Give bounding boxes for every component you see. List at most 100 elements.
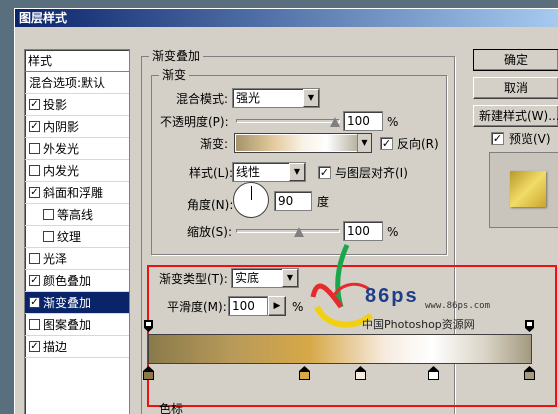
style-item-checkbox[interactable] (29, 253, 40, 264)
style-item-checkbox[interactable] (29, 319, 40, 330)
opacity-stop-right[interactable] (525, 320, 534, 332)
angle-input[interactable]: 90 (274, 191, 312, 211)
color-stop-1[interactable] (143, 366, 154, 380)
gradient-overlay-legend: 渐变叠加 (149, 49, 204, 63)
scale-label: 缩放(S): (187, 225, 233, 239)
angle-degree-unit: 度 (317, 195, 330, 209)
style-item-checkbox[interactable]: ✓ (29, 341, 40, 352)
style-item-checkbox[interactable]: ✓ (29, 121, 40, 132)
style-item[interactable]: 外发光 (25, 138, 129, 160)
color-stop-3[interactable] (355, 366, 366, 380)
gradient-type-select[interactable]: 实底 ▼ (231, 268, 299, 288)
cancel-button[interactable]: 取消 (473, 77, 558, 99)
gradient-swatch[interactable]: ▼ (234, 133, 372, 153)
style-item[interactable]: 光泽 (25, 248, 129, 270)
gradient-ramp[interactable] (148, 334, 532, 364)
stop-marker-icon (299, 366, 310, 380)
scale-slider[interactable] (236, 229, 340, 233)
gradient-ramp-fill (149, 335, 531, 363)
style-item-label: 渐变叠加 (43, 296, 92, 310)
style-item[interactable]: 内发光 (25, 160, 129, 182)
reverse-checkbox[interactable]: ✓ (380, 137, 393, 150)
stop-marker-icon (144, 320, 153, 332)
style-item-checkbox[interactable] (43, 231, 54, 242)
preview-thumbnail (489, 152, 558, 228)
blend-mode-select[interactable]: 强光 ▼ (232, 88, 320, 108)
style-item[interactable]: 等高线 (25, 204, 129, 226)
style-item[interactable]: ✓ 斜面和浮雕 (25, 182, 129, 204)
chevron-down-icon[interactable]: ▼ (357, 134, 371, 152)
opacity-input[interactable]: 100 (343, 111, 383, 131)
new-style-button[interactable]: 新建样式(W)... (473, 105, 558, 127)
angle-label: 角度(N): (187, 198, 234, 212)
stop-marker-icon (524, 366, 535, 380)
style-item-label: 纹理 (57, 230, 82, 244)
style-item-checkbox[interactable]: ✓ (29, 99, 40, 110)
style-item-label: 斜面和浮雕 (43, 186, 104, 200)
style-item-checkbox[interactable]: ✓ (29, 275, 40, 286)
preview-checkbox[interactable]: ✓ (491, 132, 504, 145)
color-stop-2[interactable] (299, 366, 310, 380)
color-stop-4[interactable] (428, 366, 439, 380)
smoothness-stepper-button[interactable]: ▶ (268, 296, 286, 316)
style-label: 样式(L): (189, 166, 234, 180)
style-item-label: 颜色叠加 (43, 274, 92, 288)
style-list-header: 样式 (25, 50, 129, 72)
stop-marker-icon (525, 320, 534, 332)
opacity-label: 不透明度(P): (160, 115, 229, 129)
smoothness-input[interactable]: 100 (228, 296, 268, 316)
opacity-percent: % (387, 115, 399, 129)
style-item-checkbox[interactable] (29, 165, 40, 176)
blend-mode-label: 混合模式: (176, 92, 229, 106)
style-item-checkbox[interactable]: ✓ (29, 187, 40, 198)
gradient-subgroup-legend: 渐变 (159, 68, 190, 82)
scale-slider-thumb[interactable] (294, 227, 304, 237)
reverse-label: 反向(R) (397, 137, 439, 151)
align-with-layer-checkbox[interactable]: ✓ (318, 166, 331, 179)
color-stop-5[interactable] (524, 366, 535, 380)
style-item[interactable]: 图案叠加 (25, 314, 129, 336)
smoothness-label: 平滑度(M): (167, 300, 227, 314)
style-item-label: 描边 (43, 340, 68, 354)
window-title: 图层样式 (19, 11, 68, 25)
style-item[interactable]: 纹理 (25, 226, 129, 248)
style-item[interactable]: ✓ 投影 (25, 94, 129, 116)
style-item-label: 内发光 (43, 164, 80, 178)
watermark-brand: 86ps (365, 285, 419, 307)
stop-marker-icon (428, 366, 439, 380)
align-with-layer-label: 与图层对齐(I) (335, 166, 408, 180)
style-item-label: 光泽 (43, 252, 68, 266)
style-item-checkbox[interactable] (29, 143, 40, 154)
style-select[interactable]: 线性 ▼ (232, 162, 306, 182)
opacity-stop-left[interactable] (144, 320, 153, 332)
style-item-checkbox[interactable] (43, 209, 54, 220)
style-item[interactable]: ✓ 内阴影 (25, 116, 129, 138)
style-item[interactable]: 混合选项:默认 (25, 72, 129, 94)
gradient-type-label: 渐变类型(T): (159, 272, 228, 286)
style-item[interactable]: ✓ 渐变叠加 (25, 292, 129, 314)
style-list: 样式 混合选项:默认 ✓ 投影 ✓ 内阴影 外发光 内发光 ✓ 斜面和浮雕 等高线 纹理 光泽 ✓ 颜色叠… (24, 49, 130, 414)
watermark-url: www.86ps.com (425, 301, 491, 311)
style-items: 混合选项:默认 ✓ 投影 ✓ 内阴影 外发光 内发光 ✓ 斜面和浮雕 等高线 纹理 光泽 ✓ 颜色叠加 ✓ 渐… (25, 72, 129, 358)
style-item-checkbox[interactable]: ✓ (29, 297, 40, 308)
title-bar[interactable]: 图层样式 (15, 9, 558, 27)
opacity-slider-thumb[interactable] (330, 117, 340, 127)
style-item[interactable]: ✓ 描边 (25, 336, 129, 358)
chevron-down-icon: ▼ (303, 89, 319, 107)
stop-marker-icon (355, 366, 366, 380)
stop-marker-icon (143, 366, 154, 380)
opacity-slider[interactable] (236, 119, 340, 123)
angle-dial[interactable] (233, 182, 269, 218)
preview-swatch (510, 171, 546, 207)
preview-label: 预览(V) (509, 132, 551, 146)
smoothness-percent: % (292, 300, 304, 314)
style-item[interactable]: ✓ 颜色叠加 (25, 270, 129, 292)
style-item-label: 内阴影 (43, 120, 80, 134)
style-item-label: 等高线 (57, 208, 94, 222)
style-item-label: 图案叠加 (43, 318, 92, 332)
ok-button[interactable]: 确定 (473, 49, 558, 71)
gradient-swatch-fill (236, 135, 357, 151)
gradient-label: 渐变: (200, 137, 229, 151)
style-item-label: 混合选项:默认 (29, 76, 106, 90)
color-stops-label: 色标 (159, 402, 184, 414)
